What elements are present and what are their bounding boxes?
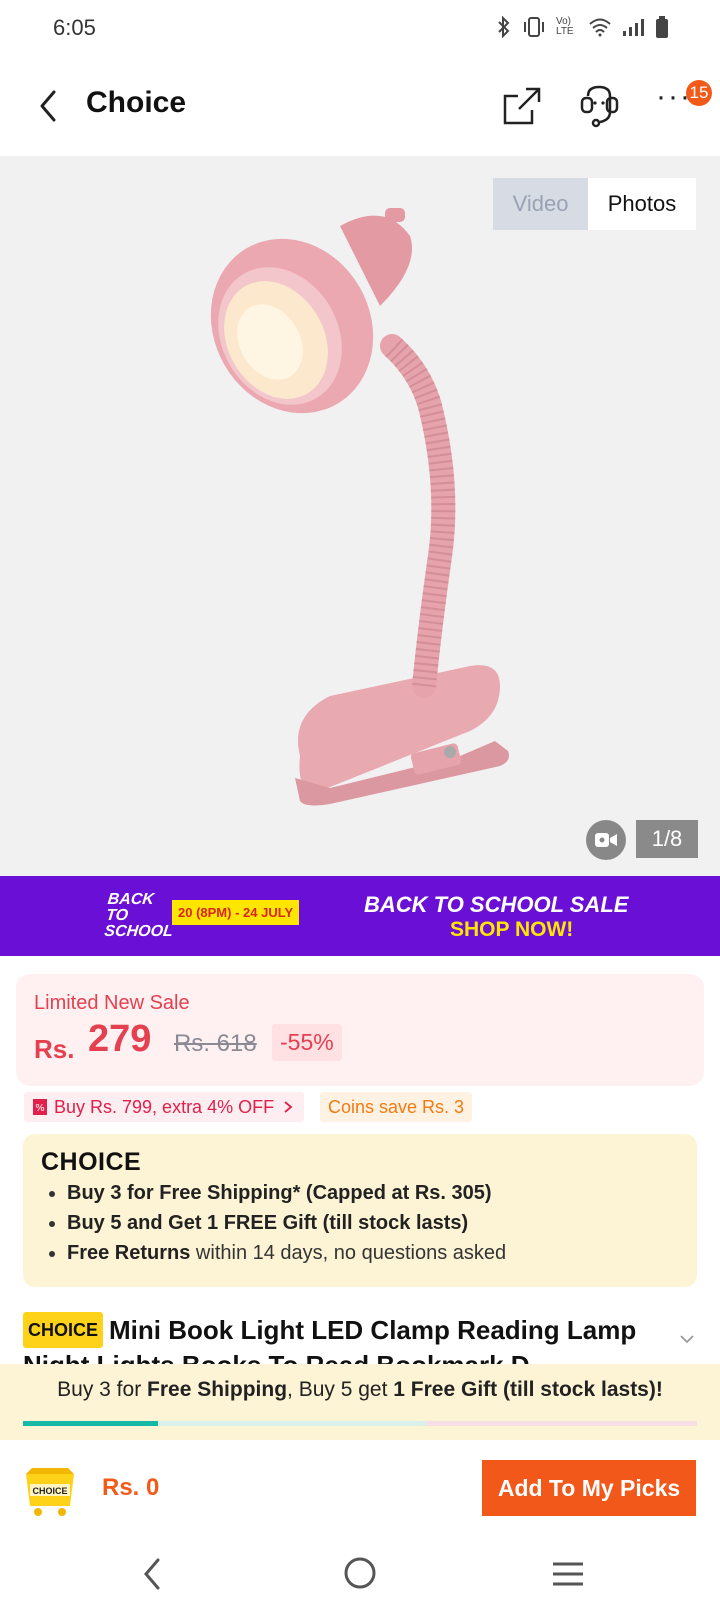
original-price: Rs. 618 — [174, 1030, 257, 1057]
choice-tag: CHOICE — [23, 1312, 104, 1348]
benefit-free-gift: Buy 5 and Get 1 FREE Gift (till stock la… — [67, 1212, 506, 1235]
sale-label: Limited New Sale — [34, 992, 190, 1014]
svg-text:CHOICE: CHOICE — [32, 1486, 67, 1496]
shipping-text-bold: Free Shipping — [147, 1378, 288, 1401]
extra-discount-coupon[interactable]: % Buy Rs. 799, extra 4% OFF — [24, 1092, 305, 1122]
nav-menu-icon[interactable] — [551, 1559, 585, 1589]
coupon-icon: % — [33, 1099, 47, 1115]
progress-fill — [23, 1421, 158, 1426]
page-title: Choice — [86, 86, 187, 119]
choice-cart-icon[interactable]: CHOICE — [22, 1464, 78, 1518]
shipping-progress-bar: Buy 3 for Free Shipping, Buy 5 get 1 Fre… — [0, 1364, 720, 1440]
tab-video[interactable]: Video — [493, 178, 588, 230]
nav-home-icon[interactable] — [343, 1556, 377, 1590]
sale-title: BACK TO SCHOOL SALE — [364, 892, 629, 917]
coins-coupon[interactable]: Coins save Rs. 3 — [320, 1092, 473, 1122]
status-icons: Vo) LTE — [496, 16, 668, 38]
back-arrow-icon[interactable] — [34, 86, 64, 126]
play-video-icon[interactable] — [586, 820, 626, 860]
image-counter: 1/8 — [636, 820, 698, 858]
benefit-text: Buy 3 for Free Shipping* (Capped at Rs. … — [67, 1182, 492, 1204]
sale-dates: 20 (8PM) - 24 JULY — [172, 900, 300, 925]
product-image-lamp — [210, 208, 509, 806]
discount-badge: -55% — [272, 1024, 342, 1061]
benefit-text: Buy 5 and Get 1 FREE Gift (till stock la… — [67, 1212, 469, 1234]
bluetooth-icon — [498, 16, 510, 38]
status-time: 6:05 — [53, 15, 96, 40]
add-to-my-picks-button[interactable]: Add To My Picks — [482, 1460, 696, 1516]
volte-icon: Vo) LTE — [556, 16, 574, 37]
benefit-text: Free Returns — [67, 1242, 191, 1264]
svg-text:%: % — [35, 1103, 45, 1114]
shipping-text-part: Buy 3 for — [57, 1378, 148, 1401]
benefit-free-shipping: Buy 3 for Free Shipping* (Capped at Rs. … — [67, 1182, 506, 1205]
vibrate-icon — [524, 17, 544, 37]
nav-back-icon[interactable] — [138, 1556, 168, 1592]
battery-icon — [656, 16, 668, 38]
benefit-text: within 14 days, no questions asked — [190, 1242, 507, 1264]
shipping-text-part: , Buy 5 get — [287, 1378, 394, 1401]
chevron-down-icon[interactable] — [678, 1330, 696, 1348]
coupon-text: Buy Rs. 799, extra 4% OFF — [54, 1096, 275, 1117]
chevron-right-icon — [284, 1101, 293, 1113]
product-title[interactable]: CHOICE Mini Book Light LED Clamp Reading … — [23, 1312, 663, 1364]
wifi-icon — [589, 18, 611, 37]
customer-service-icon[interactable] — [574, 84, 624, 128]
tab-photos[interactable]: Photos — [588, 178, 696, 230]
shop-now-link[interactable]: SHOP NOW! — [450, 918, 573, 942]
shipping-progress-text: Buy 3 for Free Shipping, Buy 5 get 1 Fre… — [0, 1378, 720, 1402]
product-title-text: Mini Book Light LED Clamp Reading Lamp N… — [23, 1315, 637, 1364]
choice-logo: CHOICE — [41, 1148, 142, 1176]
share-icon[interactable] — [502, 86, 542, 126]
choice-benefits-card[interactable]: CHOICE Buy 3 for Free Shipping* (Capped … — [23, 1134, 697, 1287]
promo-banner[interactable]: BACK TO SCHOOL 20 (8PM) - 24 JULY BACK T… — [0, 876, 720, 956]
shipping-text-bold: 1 Free Gift (till stock lasts)! — [393, 1378, 663, 1401]
notification-badge: 15 — [686, 80, 712, 106]
signal-icon — [623, 19, 644, 36]
current-price: 279 — [88, 1018, 152, 1060]
status-bar: 6:05 Vo) LTE — [0, 0, 720, 58]
price-card: Limited New Sale Rs. 279 Rs. 618 -55% — [16, 974, 704, 1086]
benefit-free-returns: Free Returns within 14 days, no question… — [67, 1242, 506, 1265]
bottom-action-bar: CHOICE Rs. 0 Add To My Picks — [0, 1440, 720, 1540]
progress-next-segment — [158, 1421, 426, 1426]
media-tabs: Video Photos — [493, 178, 696, 230]
product-image-gallery[interactable]: Video Photos 1/8 — [0, 156, 720, 876]
back-to-school-logo: BACK TO SCHOOL — [103, 891, 174, 940]
picks-total: Rs. 0 — [102, 1474, 160, 1501]
system-nav-bar — [0, 1540, 720, 1612]
top-app-bar: Choice ··· 15 — [0, 58, 720, 156]
currency: Rs. — [34, 1034, 75, 1064]
benefits-list: Buy 3 for Free Shipping* (Capped at Rs. … — [47, 1182, 506, 1272]
